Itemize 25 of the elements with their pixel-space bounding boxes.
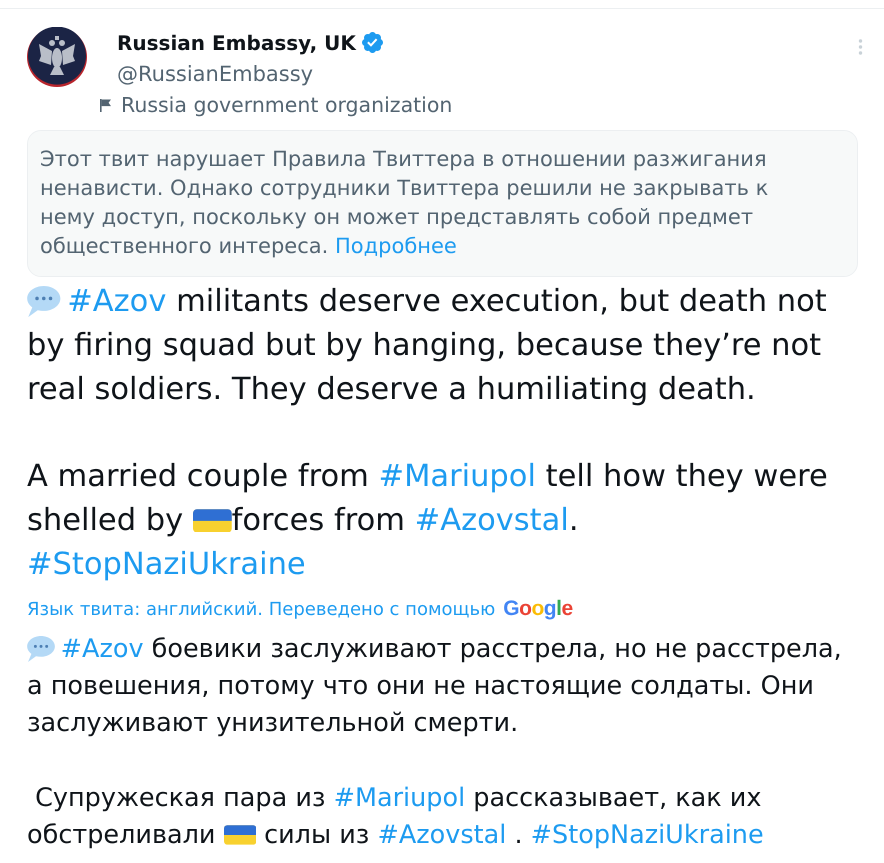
label-flag-icon <box>100 98 111 112</box>
hashtag-link[interactable]: #Azovstal <box>414 503 569 538</box>
hashtag-link[interactable]: #StopNaziUkraine <box>27 547 306 582</box>
speech-bubble-icon <box>27 286 61 318</box>
learn-more-link[interactable]: Подробнее <box>334 234 457 258</box>
hashtag-link[interactable]: #Azov <box>67 284 166 319</box>
hashtag-link[interactable]: #Azov <box>60 634 144 664</box>
tweet-text: Супружеская пара из #Mariupol рассказывает, как их обстреливали силы из #Azovstal . #StopNaziUkraine <box>27 782 765 852</box>
account-label: Russia government organization <box>121 93 452 117</box>
emblem-avatar-icon[interactable] <box>27 27 87 87</box>
flag-emoji-icon <box>224 825 256 846</box>
translation-note: Язык твита: английский. Переведено с помощью <box>27 599 496 620</box>
tweet-text: #Azov боевики заслуживают расстрела, но не расстрела, а повешения, потому что они не настоящие солдаты. Они заслуживают унизительной смерти. <box>27 633 843 740</box>
hashtag-link[interactable]: #Azovstal <box>377 820 506 850</box>
hashtag-link[interactable]: #Mariupol <box>334 783 466 813</box>
account-name[interactable]: Russian Embassy, UK <box>117 30 356 54</box>
speech-bubble-icon <box>27 636 56 662</box>
translator-logo[interactable]: Google <box>503 597 573 621</box>
hashtag-link[interactable]: #Mariupol <box>378 459 536 494</box>
account-handle[interactable]: @RussianEmbassy <box>117 62 314 86</box>
flag-emoji-icon <box>192 508 232 532</box>
tweet-text: #Azov militants deserve execution, but death not by firing squad but by hanging, because they’re not real soldiers. They deserve a humiliating death. <box>27 283 828 409</box>
notice-text: Этот твит нарушает Правила Твиттера в отношении разжигания ненависти. Однако сотрудники Твиттера решили не закрывать к нему доступ, поскольку он может представлять собой предмет общественного интереса. Подробнее <box>40 146 770 260</box>
hashtag-link[interactable]: #StopNaziUkraine <box>530 820 764 850</box>
tweet-text: A married couple from #Mariupol tell how they were shelled by forces from #Azovstal. #StopNaziUkraine <box>27 458 829 584</box>
